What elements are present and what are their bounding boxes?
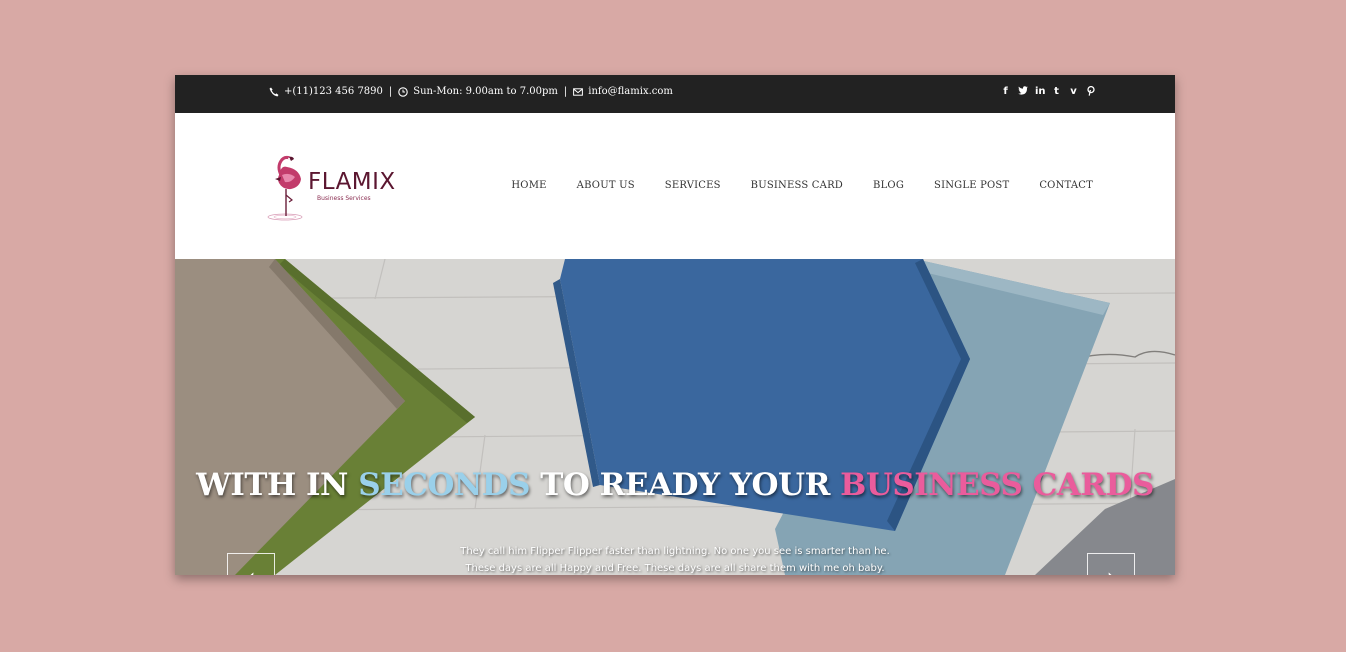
contact-info: +(11)123 456 7890 | Sun-Mon: 9.00am to 7… [269, 86, 673, 97]
nav-home[interactable]: HOME [511, 180, 546, 191]
nav-single-post[interactable]: SINGLE POST [934, 180, 1009, 191]
hero-subtext: They call him Flipper Flipper faster tha… [460, 546, 890, 574]
logo-wordmark[interactable]: FLAMIX [308, 169, 396, 195]
logo-tagline: Business Services [317, 195, 371, 202]
business-hours: Sun-Mon: 9.00am to 7.00pm [413, 86, 558, 97]
separator: | [563, 86, 568, 97]
pinterest-icon[interactable] [1086, 85, 1095, 99]
main-navigation: HOME ABOUT US SERVICES BUSINESS CARD BLO… [511, 180, 1093, 191]
tumblr-icon[interactable]: t [1052, 86, 1061, 99]
slider-prev-button[interactable]: ‹ [227, 553, 275, 575]
hero-background-image [175, 259, 1175, 575]
hero-headline: WITH IN SECONDS TO READY YOUR BUSINESS C… [175, 467, 1175, 503]
headline-text: TO READY YOUR [530, 467, 841, 503]
nav-blog[interactable]: BLOG [873, 180, 904, 191]
vimeo-icon[interactable]: v [1069, 86, 1078, 99]
email-link[interactable]: info@flamix.com [588, 86, 673, 97]
facebook-icon[interactable]: f [1001, 86, 1010, 99]
hero-slider: WITH IN SECONDS TO READY YOUR BUSINESS C… [175, 259, 1175, 575]
linkedin-icon[interactable]: in [1035, 86, 1046, 99]
top-bar: +(11)123 456 7890 | Sun-Mon: 9.00am to 7… [175, 75, 1175, 113]
twitter-icon[interactable] [1018, 86, 1028, 99]
site-header: FLAMIX Business Services HOME ABOUT US S… [175, 113, 1175, 259]
nav-about-us[interactable]: ABOUT US [577, 180, 635, 191]
nav-services[interactable]: SERVICES [665, 180, 721, 191]
separator: | [388, 86, 393, 97]
headline-highlight-business-cards: BUSINESS CARDS [840, 467, 1154, 503]
headline-highlight-seconds: SECONDS [358, 467, 531, 503]
website-frame: +(11)123 456 7890 | Sun-Mon: 9.00am to 7… [175, 75, 1175, 575]
envelope-icon [573, 87, 584, 96]
chevron-left-icon: ‹ [247, 565, 256, 576]
social-links: f in t v [1001, 85, 1095, 99]
slider-next-button[interactable]: › [1087, 553, 1135, 575]
clock-icon [398, 86, 409, 97]
phone-number[interactable]: +(11)123 456 7890 [284, 86, 383, 97]
headline-text: WITH IN [196, 467, 359, 503]
nav-contact[interactable]: CONTACT [1039, 180, 1093, 191]
chevron-right-icon: › [1107, 565, 1116, 576]
nav-business-card[interactable]: BUSINESS CARD [751, 180, 843, 191]
phone-icon [269, 87, 279, 96]
